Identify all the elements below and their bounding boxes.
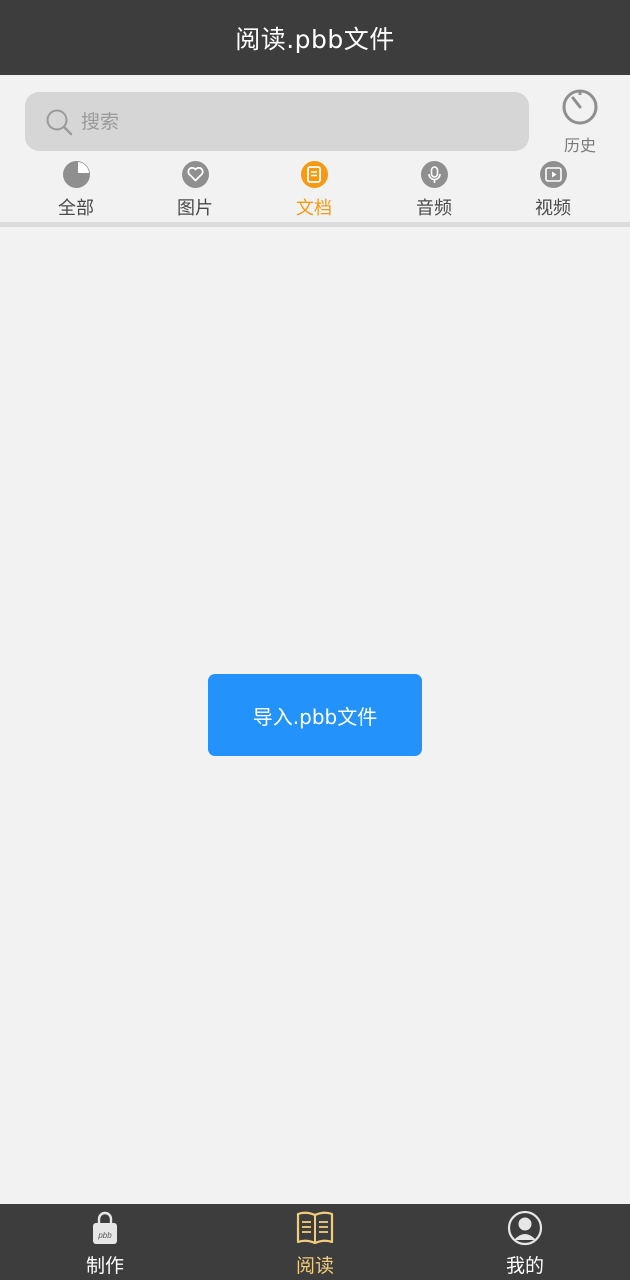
nav-label: 阅读: [295, 1255, 334, 1277]
tab-label: 视频: [535, 198, 571, 219]
page-title: 阅读.pbb文件: [235, 24, 395, 54]
tab-audio[interactable]: 音频: [394, 158, 474, 222]
tab-label: 音频: [416, 198, 452, 219]
microphone-icon: [420, 161, 448, 188]
tab-label: 全部: [58, 198, 94, 219]
history-button[interactable]: 历史: [548, 88, 612, 158]
timer-icon: [562, 89, 598, 125]
tab-label: 图片: [177, 198, 213, 219]
app-root: 阅读.pbb文件 历史 全部: [0, 0, 630, 1280]
search-input[interactable]: [81, 110, 481, 133]
history-label: 历史: [563, 136, 596, 155]
tab-video[interactable]: 视频: [513, 158, 593, 222]
open-book-icon: [296, 1209, 334, 1247]
video-play-icon: [539, 161, 567, 188]
import-pbb-button[interactable]: 导入.pbb文件: [208, 674, 422, 756]
title-bar: 阅读.pbb文件: [0, 0, 630, 75]
user-avatar-icon: [507, 1209, 543, 1247]
nav-item-mine[interactable]: 我的: [465, 1204, 585, 1280]
nav-item-read[interactable]: 阅读: [255, 1204, 375, 1280]
divider: [0, 222, 630, 227]
document-icon: [300, 161, 328, 188]
tab-documents[interactable]: 文档: [274, 158, 354, 222]
category-tabs: 全部 图片 文档 音频 视频: [0, 158, 630, 222]
bottom-nav: pbb 制作 阅读 我的: [0, 1204, 630, 1280]
pie-chart-icon: [62, 161, 90, 188]
lock-pbb-icon: pbb: [91, 1209, 119, 1247]
tab-images[interactable]: 图片: [155, 158, 235, 222]
nav-label: 制作: [85, 1255, 124, 1277]
tab-all[interactable]: 全部: [36, 158, 116, 222]
search-icon: [46, 109, 73, 135]
heart-icon: [181, 161, 209, 188]
svg-text:pbb: pbb: [97, 1231, 112, 1240]
search-bar[interactable]: [25, 92, 529, 151]
nav-label: 我的: [505, 1255, 544, 1277]
nav-item-make[interactable]: pbb 制作: [45, 1204, 165, 1280]
tab-label: 文档: [296, 198, 332, 219]
